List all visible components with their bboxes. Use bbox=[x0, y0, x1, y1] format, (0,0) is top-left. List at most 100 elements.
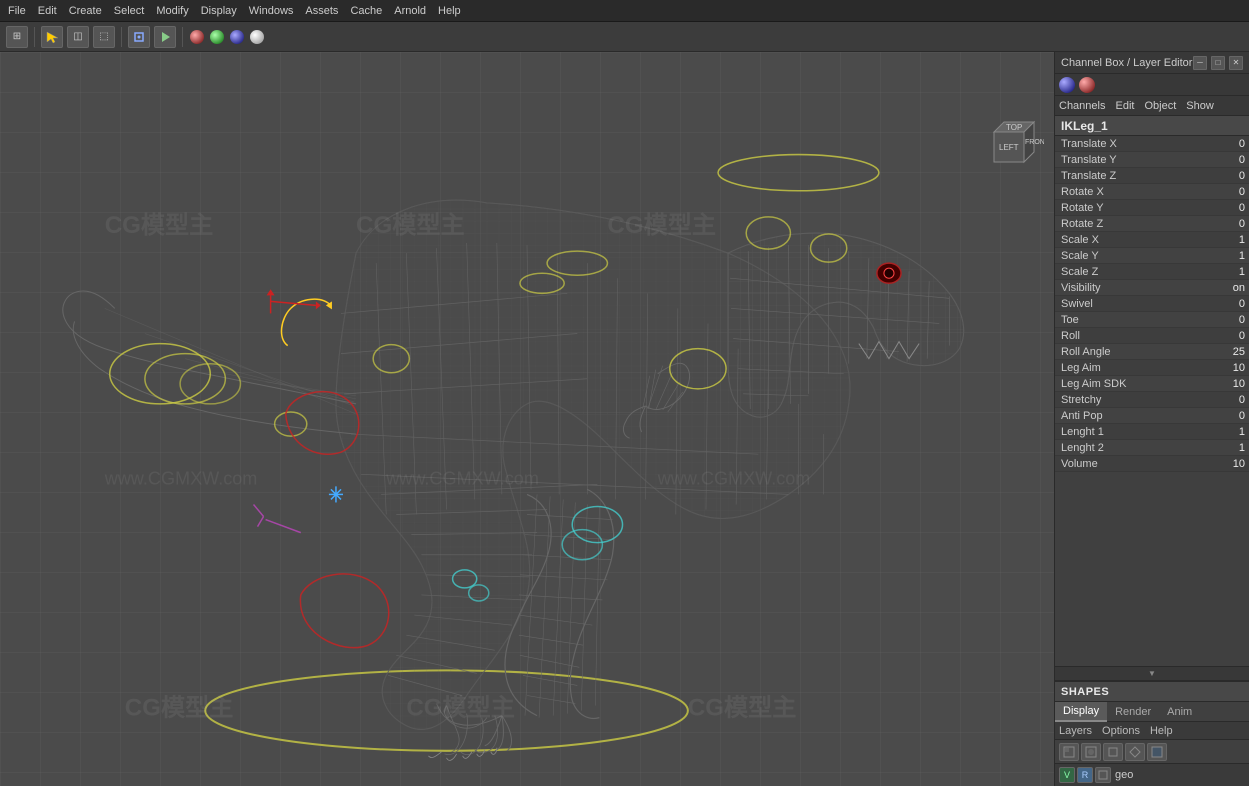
shapes-menu-options[interactable]: Options bbox=[1102, 725, 1140, 737]
channel-name-1: Translate Y bbox=[1055, 154, 1199, 166]
channel-row-13[interactable]: Roll Angle25 bbox=[1055, 344, 1249, 360]
toolbar-mode-btn[interactable]: ⊞ bbox=[6, 26, 28, 48]
channel-list[interactable]: Translate X0Translate Y0Translate Z0Rota… bbox=[1055, 136, 1249, 666]
minimize-button[interactable]: ─ bbox=[1193, 56, 1207, 70]
svg-text:www.CGMXW.com: www.CGMXW.com bbox=[657, 468, 811, 488]
channel-icon-row bbox=[1055, 74, 1249, 96]
channel-value-12[interactable]: 0 bbox=[1199, 330, 1249, 342]
channel-value-19[interactable]: 1 bbox=[1199, 442, 1249, 454]
channel-row-5[interactable]: Rotate Z0 bbox=[1055, 216, 1249, 232]
channel-name-3: Rotate X bbox=[1055, 186, 1199, 198]
toolbar-select-btn[interactable] bbox=[41, 26, 63, 48]
menu-object[interactable]: Object bbox=[1144, 100, 1176, 112]
shapes-menu-help[interactable]: Help bbox=[1150, 725, 1173, 737]
tab-anim[interactable]: Anim bbox=[1159, 702, 1200, 722]
toolbar-snap-btn[interactable] bbox=[128, 26, 150, 48]
channel-row-7[interactable]: Scale Y1 bbox=[1055, 248, 1249, 264]
shape-badge-box[interactable] bbox=[1095, 767, 1111, 783]
close-button[interactable]: ✕ bbox=[1229, 56, 1243, 70]
channel-value-14[interactable]: 10 bbox=[1199, 362, 1249, 374]
shape-tool-5[interactable] bbox=[1147, 743, 1167, 761]
channel-value-4[interactable]: 0 bbox=[1199, 202, 1249, 214]
toolbar-lasso-btn[interactable]: ◫ bbox=[67, 26, 89, 48]
channel-row-11[interactable]: Toe0 bbox=[1055, 312, 1249, 328]
channel-name-19: Lenght 2 bbox=[1055, 442, 1199, 454]
shape-tool-square[interactable] bbox=[1103, 743, 1123, 761]
channel-name-9: Visibility bbox=[1055, 282, 1199, 294]
shape-tool-4[interactable] bbox=[1125, 743, 1145, 761]
channel-row-10[interactable]: Swivel0 bbox=[1055, 296, 1249, 312]
menu-windows[interactable]: Windows bbox=[249, 5, 294, 17]
channel-value-7[interactable]: 1 bbox=[1199, 250, 1249, 262]
shape-badge-v[interactable]: V bbox=[1059, 767, 1075, 783]
channel-row-18[interactable]: Lenght 11 bbox=[1055, 424, 1249, 440]
menu-show[interactable]: Show bbox=[1186, 100, 1214, 112]
channel-value-13[interactable]: 25 bbox=[1199, 346, 1249, 358]
channel-row-15[interactable]: Leg Aim SDK10 bbox=[1055, 376, 1249, 392]
shapes-menu-layers[interactable]: Layers bbox=[1059, 725, 1092, 737]
svg-text:CG模型主: CG模型主 bbox=[125, 695, 234, 722]
toolbar-render-btn[interactable] bbox=[154, 26, 176, 48]
channel-name-5: Rotate Z bbox=[1055, 218, 1199, 230]
channel-value-16[interactable]: 0 bbox=[1199, 394, 1249, 406]
view-cube[interactable]: TOP LEFT FRONT bbox=[974, 112, 1044, 182]
menu-modify[interactable]: Modify bbox=[156, 5, 188, 17]
channel-row-0[interactable]: Translate X0 bbox=[1055, 136, 1249, 152]
shape-tool-v[interactable] bbox=[1059, 743, 1079, 761]
channel-value-9[interactable]: on bbox=[1199, 282, 1249, 294]
channel-value-2[interactable]: 0 bbox=[1199, 170, 1249, 182]
viewport[interactable]: CG模型主 CG模型主 CG模型主 www.CGMXW.com www.CGMX… bbox=[0, 52, 1054, 786]
shape-badge-r[interactable]: R bbox=[1077, 767, 1093, 783]
channel-value-10[interactable]: 0 bbox=[1199, 298, 1249, 310]
channel-row-20[interactable]: Volume10 bbox=[1055, 456, 1249, 472]
channel-value-1[interactable]: 0 bbox=[1199, 154, 1249, 166]
svg-text:CG模型主: CG模型主 bbox=[105, 212, 214, 239]
menu-channels[interactable]: Channels bbox=[1059, 100, 1105, 112]
shape-tool-r[interactable] bbox=[1081, 743, 1101, 761]
menu-select[interactable]: Select bbox=[114, 5, 145, 17]
channel-value-20[interactable]: 10 bbox=[1199, 458, 1249, 470]
color-sphere-white[interactable] bbox=[250, 30, 264, 44]
menu-assets[interactable]: Assets bbox=[305, 5, 338, 17]
channel-value-11[interactable]: 0 bbox=[1199, 314, 1249, 326]
channel-value-0[interactable]: 0 bbox=[1199, 138, 1249, 150]
channel-row-4[interactable]: Rotate Y0 bbox=[1055, 200, 1249, 216]
toolbar-paint-btn[interactable]: ⬚ bbox=[93, 26, 115, 48]
channel-row-2[interactable]: Translate Z0 bbox=[1055, 168, 1249, 184]
color-sphere-red[interactable] bbox=[190, 30, 204, 44]
channel-value-15[interactable]: 10 bbox=[1199, 378, 1249, 390]
channel-row-6[interactable]: Scale X1 bbox=[1055, 232, 1249, 248]
channel-icon-2[interactable] bbox=[1079, 77, 1095, 93]
menu-cache[interactable]: Cache bbox=[350, 5, 382, 17]
tab-display[interactable]: Display bbox=[1055, 702, 1107, 722]
channel-icon-1[interactable] bbox=[1059, 77, 1075, 93]
channel-value-6[interactable]: 1 bbox=[1199, 234, 1249, 246]
channel-row-19[interactable]: Lenght 21 bbox=[1055, 440, 1249, 456]
channel-value-5[interactable]: 0 bbox=[1199, 218, 1249, 230]
channel-row-3[interactable]: Rotate X0 bbox=[1055, 184, 1249, 200]
menu-edit[interactable]: Edit bbox=[38, 5, 57, 17]
channel-value-3[interactable]: 0 bbox=[1199, 186, 1249, 198]
channel-row-1[interactable]: Translate Y0 bbox=[1055, 152, 1249, 168]
scroll-down-arrow[interactable]: ▼ bbox=[1055, 666, 1249, 680]
restore-button[interactable]: □ bbox=[1211, 56, 1225, 70]
menu-create[interactable]: Create bbox=[69, 5, 102, 17]
color-sphere-blue[interactable] bbox=[230, 30, 244, 44]
color-sphere-green[interactable] bbox=[210, 30, 224, 44]
channel-row-16[interactable]: Stretchy0 bbox=[1055, 392, 1249, 408]
menu-display[interactable]: Display bbox=[201, 5, 237, 17]
channel-row-8[interactable]: Scale Z1 bbox=[1055, 264, 1249, 280]
menu-file[interactable]: File bbox=[8, 5, 26, 17]
menu-help[interactable]: Help bbox=[438, 5, 461, 17]
channel-row-14[interactable]: Leg Aim10 bbox=[1055, 360, 1249, 376]
channel-row-17[interactable]: Anti Pop0 bbox=[1055, 408, 1249, 424]
menu-arnold[interactable]: Arnold bbox=[394, 5, 426, 17]
shapes-toolbar bbox=[1055, 740, 1249, 764]
channel-value-17[interactable]: 0 bbox=[1199, 410, 1249, 422]
channel-row-9[interactable]: Visibilityon bbox=[1055, 280, 1249, 296]
channel-value-8[interactable]: 1 bbox=[1199, 266, 1249, 278]
menu-edit[interactable]: Edit bbox=[1115, 100, 1134, 112]
channel-row-12[interactable]: Roll0 bbox=[1055, 328, 1249, 344]
tab-render[interactable]: Render bbox=[1107, 702, 1159, 722]
channel-value-18[interactable]: 1 bbox=[1199, 426, 1249, 438]
